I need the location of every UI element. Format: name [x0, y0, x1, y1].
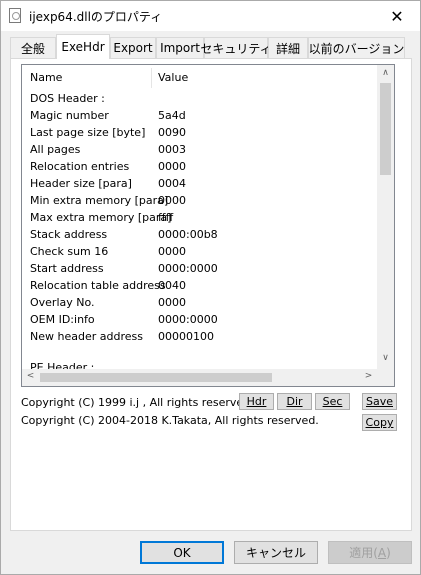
column-header-name[interactable]: Name	[30, 65, 62, 89]
horizontal-scroll-thumb[interactable]	[40, 373, 272, 382]
list-item[interactable]: Check sum 16 0000	[30, 245, 370, 262]
horizontal-scrollbar[interactable]: < >	[22, 369, 377, 386]
list-item[interactable]: All pages 0003	[30, 143, 370, 160]
tab-details[interactable]: 詳細	[268, 37, 308, 58]
hdr-button[interactable]: Hdr	[239, 393, 274, 410]
vertical-scrollbar[interactable]: ∧ ∨	[377, 65, 394, 369]
title-bar[interactable]: ijexp64.dllのプロパティ ✕	[1, 1, 420, 31]
list-item[interactable]: Header size [para] 0004	[30, 177, 370, 194]
list-item[interactable]: OEM ID:info 0000:0000	[30, 313, 370, 330]
list-item[interactable]: Overlay No. 0000	[30, 296, 370, 313]
dir-button[interactable]: Dir	[277, 393, 312, 410]
scroll-right-icon[interactable]: >	[360, 371, 377, 381]
list-item[interactable]: New header address 00000100	[30, 330, 370, 347]
list-item[interactable]: DOS Header :	[30, 92, 370, 109]
tab-security[interactable]: セキュリティ	[200, 37, 272, 58]
close-button[interactable]: ✕	[374, 1, 420, 31]
header-listview[interactable]: Name Value DOS Header : Magic number 5a4d…	[21, 64, 395, 387]
save-button[interactable]: Save	[362, 393, 397, 410]
scroll-up-icon[interactable]: ∧	[377, 68, 394, 78]
sec-button[interactable]: Sec	[315, 393, 350, 410]
copy-button[interactable]: Copy	[362, 414, 397, 431]
ok-button[interactable]: OK	[140, 541, 224, 564]
tab-previous-versions[interactable]: 以前のバージョン	[308, 37, 405, 58]
tab-export[interactable]: Export	[110, 37, 156, 58]
close-icon: ✕	[390, 6, 404, 26]
list-item[interactable]: Magic number 5a4d	[30, 109, 370, 126]
scrollbar-corner	[377, 369, 394, 386]
apply-button[interactable]: 適用(A)	[328, 541, 412, 564]
cancel-button[interactable]: キャンセル	[234, 541, 318, 564]
tab-general[interactable]: 全般	[10, 37, 56, 58]
scroll-left-icon[interactable]: <	[22, 371, 39, 381]
list-item[interactable]: Relocation entries 0000	[30, 160, 370, 177]
list-item[interactable]: Relocation table address 0040	[30, 279, 370, 296]
column-header-value[interactable]: Value	[158, 65, 188, 89]
list-item[interactable]: Start address 0000:0000	[30, 262, 370, 279]
copyright-line-1: Copyright (C) 1999 i.j , All rights rese…	[21, 396, 254, 409]
list-item[interactable]: Stack address 0000:00b8	[30, 228, 370, 245]
dll-file-icon	[9, 8, 21, 23]
list-item[interactable]: Last page size [byte] 0090	[30, 126, 370, 143]
list-item[interactable]: Max extra memory [para] ffff	[30, 211, 370, 228]
scroll-down-icon[interactable]: ∨	[377, 353, 394, 363]
vertical-scroll-thumb[interactable]	[380, 83, 391, 175]
properties-window: ijexp64.dllのプロパティ ✕ 全般 ExeHdr Export Imp…	[0, 0, 421, 575]
column-separator[interactable]	[151, 68, 152, 88]
list-item[interactable]: Min extra memory [para] 0000	[30, 194, 370, 211]
tab-exehdr[interactable]: ExeHdr	[56, 34, 110, 59]
tab-import[interactable]: Import	[156, 37, 204, 58]
window-title: ijexp64.dllのプロパティ	[29, 10, 163, 24]
copyright-line-2: Copyright (C) 2004-2018 K.Takata, All ri…	[21, 414, 319, 427]
